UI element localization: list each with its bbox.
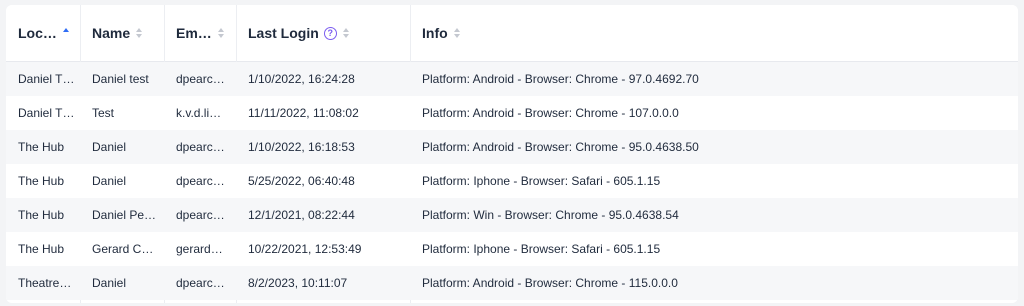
cell-location: Daniel T…	[18, 106, 75, 120]
help-icon[interactable]: ?	[323, 26, 337, 40]
column-header-label: Name	[92, 25, 131, 41]
cell-name: Daniel	[92, 174, 127, 188]
login-history-table: Loc… Name Em… Last Login ? Info Daniel T…	[6, 5, 1018, 303]
cell-info: Platform: Android - Browser: Chrome - 10…	[422, 106, 679, 120]
cell-last-login: 12/1/2021, 08:22:44	[248, 208, 355, 222]
cell-location: Theatre…	[18, 276, 72, 290]
cell-email: dpearc…	[176, 174, 225, 188]
table-row[interactable]: The Hub Daniel dpearc… 1/10/2022, 16:18:…	[6, 130, 1018, 164]
column-header-label: Loc…	[18, 25, 57, 41]
column-header-email[interactable]: Em…	[164, 5, 236, 61]
cell-email: dpearc…	[176, 208, 225, 222]
cell-location: The Hub	[18, 208, 65, 222]
cell-last-login: 11/11/2022, 11:08:02	[248, 106, 359, 120]
cell-location: The Hub	[18, 174, 65, 188]
column-header-name[interactable]: Name	[80, 5, 164, 61]
table-row[interactable]: The Hub Gerard C… gerard… 10/22/2021, 12…	[6, 232, 1018, 266]
cell-name: Test	[92, 106, 115, 120]
cell-email: dpearc…	[176, 72, 225, 86]
column-header-label: Info	[422, 25, 448, 41]
table-row[interactable]: Theatre… Daniel dpearc… 8/2/2023, 10:11:…	[6, 266, 1018, 300]
column-header-label: Last Login	[248, 25, 319, 41]
cell-info: Platform: Iphone - Browser: Safari - 605…	[422, 174, 661, 188]
cell-name: Daniel test	[92, 72, 149, 86]
cell-email: dpearc…	[176, 276, 225, 290]
cell-email: k.v.d.li…	[176, 106, 222, 120]
cell-last-login: 8/2/2023, 10:11:07	[248, 276, 348, 290]
sort-icon[interactable]	[342, 27, 351, 39]
table-row[interactable]: Daniel T… Daniel test dpearc… 1/10/2022,…	[6, 62, 1018, 96]
cell-info: Platform: Win - Browser: Chrome - 95.0.4…	[422, 208, 679, 222]
table-row[interactable]: The Hub Daniel Pe… dpearc… 12/1/2021, 08…	[6, 198, 1018, 232]
cell-info: Platform: Android - Browser: Chrome - 11…	[422, 276, 678, 290]
cell-location: Daniel T…	[18, 72, 75, 86]
cell-location: The Hub	[18, 242, 65, 256]
cell-email: dpearc…	[176, 140, 225, 154]
cell-info: Platform: Android - Browser: Chrome - 95…	[422, 140, 699, 154]
column-header-label: Em…	[176, 25, 212, 41]
cell-name: Gerard C…	[92, 242, 154, 256]
table-row[interactable]: The Hub Daniel dpearc… 5/25/2022, 06:40:…	[6, 164, 1018, 198]
sort-ascending-icon[interactable]	[62, 27, 71, 39]
table-header: Loc… Name Em… Last Login ? Info	[6, 5, 1018, 62]
table-row[interactable]: Daniel T… Test k.v.d.li… 11/11/2022, 11:…	[6, 96, 1018, 130]
cell-name: Daniel Pe…	[92, 208, 157, 222]
cell-email: gerard…	[176, 242, 223, 256]
cell-last-login: 10/22/2021, 12:53:49	[248, 242, 362, 256]
column-header-location[interactable]: Loc…	[6, 5, 80, 61]
cell-name: Daniel	[92, 140, 127, 154]
column-header-info[interactable]: Info	[410, 5, 1018, 61]
sort-icon[interactable]	[453, 27, 462, 39]
cell-info: Platform: Android - Browser: Chrome - 97…	[422, 72, 699, 86]
sort-icon[interactable]	[136, 27, 144, 39]
sort-icon[interactable]	[217, 27, 226, 39]
column-header-last-login[interactable]: Last Login ?	[236, 5, 410, 61]
cell-last-login: 1/10/2022, 16:24:28	[248, 72, 355, 86]
cell-name: Daniel	[92, 276, 127, 290]
table-body: Daniel T… Daniel test dpearc… 1/10/2022,…	[6, 62, 1018, 300]
cell-location: The Hub	[18, 140, 65, 154]
cell-info: Platform: Iphone - Browser: Safari - 605…	[422, 242, 661, 256]
cell-last-login: 5/25/2022, 06:40:48	[248, 174, 355, 188]
cell-last-login: 1/10/2022, 16:18:53	[248, 140, 355, 154]
